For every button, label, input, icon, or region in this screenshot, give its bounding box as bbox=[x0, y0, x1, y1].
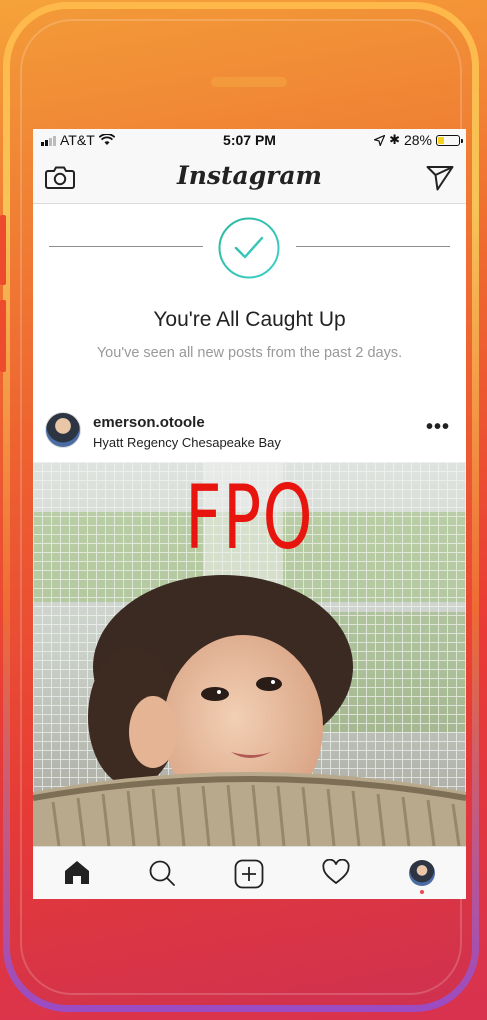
search-icon[interactable] bbox=[148, 859, 176, 892]
post-location[interactable]: Hyatt Regency Chesapeake Bay bbox=[93, 435, 281, 450]
status-bar: AT&T 5:07 PM ✱ 28% bbox=[33, 129, 466, 151]
avatar[interactable] bbox=[45, 412, 81, 448]
volume-up-button bbox=[0, 215, 6, 285]
app-header: Instagram bbox=[33, 151, 466, 204]
add-post-icon[interactable] bbox=[234, 859, 264, 894]
divider-left bbox=[49, 246, 203, 247]
bluetooth-icon: ✱ bbox=[389, 132, 400, 147]
post-header: emerson.otoole Hyatt Regency Chesapeake … bbox=[33, 408, 466, 460]
caught-up-section: You're All Caught Up You've seen all new… bbox=[33, 204, 466, 384]
speaker-grille bbox=[211, 77, 287, 87]
notification-dot bbox=[420, 890, 424, 894]
home-icon[interactable] bbox=[63, 859, 91, 890]
direct-send-icon[interactable] bbox=[426, 165, 454, 196]
checkmark-circle-icon bbox=[216, 216, 282, 285]
post-username[interactable]: emerson.otoole bbox=[93, 414, 205, 431]
post-photo[interactable]: FPO bbox=[33, 462, 466, 846]
battery-fill bbox=[438, 136, 444, 144]
battery-icon bbox=[436, 134, 463, 146]
app-screen: AT&T 5:07 PM ✱ 28% Instagram You're All … bbox=[33, 129, 466, 899]
caught-up-title: You're All Caught Up bbox=[153, 308, 346, 331]
battery-percent: 28% bbox=[403, 132, 432, 148]
fpo-overlay-text: FPO bbox=[185, 466, 314, 569]
volume-down-button bbox=[0, 300, 6, 372]
more-options-icon[interactable]: ••• bbox=[426, 416, 450, 439]
bottom-tab-bar bbox=[33, 846, 466, 899]
status-right: ✱ 28% bbox=[374, 132, 463, 148]
profile-avatar[interactable] bbox=[409, 860, 435, 886]
activity-heart-icon[interactable] bbox=[322, 858, 350, 890]
instagram-logo: Instagram bbox=[177, 161, 322, 190]
divider-right bbox=[296, 246, 450, 247]
caught-up-subtitle: You've seen all new posts from the past … bbox=[96, 345, 403, 361]
location-arrow-icon bbox=[374, 134, 386, 146]
